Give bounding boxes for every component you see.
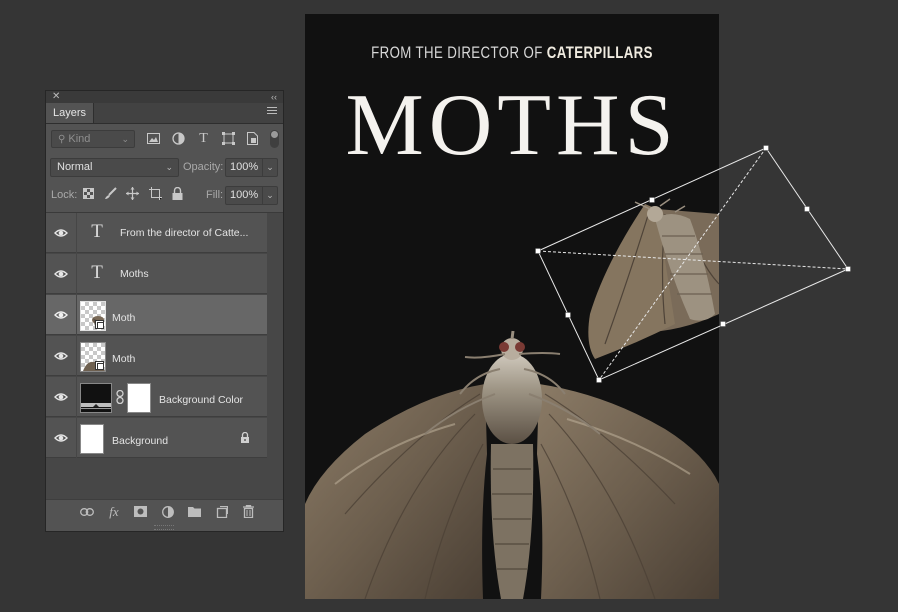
pixel-filter-icon[interactable] (146, 131, 161, 146)
smart-object-filter-icon[interactable] (245, 131, 260, 146)
layer-row-moth[interactable]: Moth (46, 336, 267, 376)
layer-name: Moth (112, 312, 136, 324)
blend-mode-value: Normal (57, 161, 93, 173)
layer-row-background[interactable]: Background (46, 418, 267, 458)
fill-field[interactable]: 100% ⌄ (225, 186, 278, 205)
search-icon: ⚲ (58, 134, 66, 145)
adjustment-filter-icon[interactable] (171, 131, 186, 146)
text-layer-icon: T (91, 221, 103, 242)
transform-handle[interactable] (845, 266, 851, 272)
panel-header-strip: ✕ ‹‹ (46, 91, 283, 103)
link-layers-icon[interactable] (80, 505, 94, 519)
lock-position-icon[interactable] (126, 187, 140, 201)
tab-layers[interactable]: Layers (46, 103, 95, 123)
lock-row: Lock: Fill: 100% ⌄ (46, 184, 283, 206)
visibility-eye-icon[interactable] (54, 431, 68, 445)
filter-kind-select[interactable]: ⚲ Kind ⌄ (51, 130, 135, 148)
layer-name: Moths (120, 268, 149, 280)
close-panel-icon[interactable]: ✕ (52, 91, 60, 103)
blend-mode-select[interactable]: Normal ⌄ (50, 158, 179, 177)
layer-lock-icon (241, 432, 249, 443)
visibility-eye-icon[interactable] (54, 267, 68, 281)
text-layer-icon: T (91, 262, 103, 283)
lock-transparent-pixels-icon[interactable] (82, 187, 96, 201)
layer-row-moths-text[interactable]: T Moths (46, 254, 267, 294)
visibility-eye-icon[interactable] (54, 226, 68, 240)
add-mask-icon[interactable] (134, 505, 148, 519)
transform-handle[interactable] (763, 145, 769, 151)
transform-handle[interactable] (804, 206, 810, 212)
type-filter-icon[interactable]: T (196, 131, 211, 146)
layer-name: Background Color (159, 394, 244, 406)
lock-artboard-icon[interactable] (149, 187, 163, 201)
chevron-down-icon: ⌄ (121, 134, 129, 144)
layer-thumbnail[interactable] (80, 342, 106, 372)
blend-row: Normal ⌄ Opacity: 100% ⌄ (46, 156, 283, 178)
lock-image-pixels-icon[interactable] (104, 187, 118, 201)
layers-panel: ✕ ‹‹ Layers ⚲ Kind ⌄ T Normal ⌄ Opacity:… (45, 90, 284, 532)
layer-name: Moth (112, 353, 136, 365)
opacity-label: Opacity: (183, 161, 224, 173)
filter-toggle[interactable] (270, 130, 279, 148)
smart-object-badge-icon (95, 320, 104, 329)
panel-tab-bar: Layers (46, 103, 283, 124)
visibility-eye-icon[interactable] (54, 390, 68, 404)
opacity-field[interactable]: 100% ⌄ (225, 158, 278, 177)
visibility-eye-icon[interactable] (54, 308, 68, 322)
chevron-down-icon: ⌄ (165, 162, 173, 172)
panel-menu-icon[interactable] (267, 107, 277, 117)
lock-label: Lock: (51, 189, 78, 201)
opacity-value: 100% (230, 161, 259, 173)
panel-resize-grip[interactable] (154, 525, 174, 530)
filter-row: ⚲ Kind ⌄ T (46, 128, 283, 150)
shape-filter-icon[interactable] (221, 131, 236, 146)
layer-thumbnail[interactable] (80, 424, 104, 454)
smart-object-badge-icon (95, 361, 104, 370)
adjustment-layer-icon[interactable] (161, 505, 175, 519)
chevron-down-icon[interactable]: ⌄ (262, 159, 277, 176)
visibility-eye-icon[interactable] (54, 349, 68, 363)
document-canvas[interactable]: FROM THE DIRECTOR OF CATERPILLARS MOTHS (305, 14, 719, 599)
transformed-moth-image (588, 198, 719, 359)
collapse-panel-icon[interactable]: ‹‹ (271, 91, 277, 103)
layer-row-background-color[interactable]: Background Color (46, 377, 267, 417)
lock-all-icon[interactable] (171, 187, 185, 201)
fill-thumbnail[interactable] (80, 383, 112, 413)
new-layer-icon[interactable] (215, 505, 229, 519)
layer-thumbnail[interactable] (80, 301, 106, 331)
layer-name: From the director of Catte... (120, 227, 249, 239)
fill-value: 100% (230, 189, 259, 201)
chevron-down-icon[interactable]: ⌄ (262, 187, 277, 204)
new-group-icon[interactable] (188, 505, 202, 519)
mask-thumbnail[interactable] (127, 383, 151, 413)
transform-handle[interactable] (720, 321, 726, 327)
fill-label: Fill: (206, 189, 224, 201)
delete-icon[interactable] (242, 505, 256, 519)
panel-bottom-toolbar: fx (46, 499, 283, 525)
layer-name: Background (112, 435, 169, 447)
fx-icon[interactable]: fx (107, 505, 121, 519)
filter-kind-label: Kind (68, 133, 91, 145)
layer-row-tagline-text[interactable]: T From the director of Catte... (46, 213, 267, 253)
layer-row-moth-selected[interactable]: Moth (46, 295, 267, 335)
layer-list: T From the director of Catte... T Moths … (46, 212, 283, 500)
mask-link-icon[interactable] (116, 390, 124, 404)
